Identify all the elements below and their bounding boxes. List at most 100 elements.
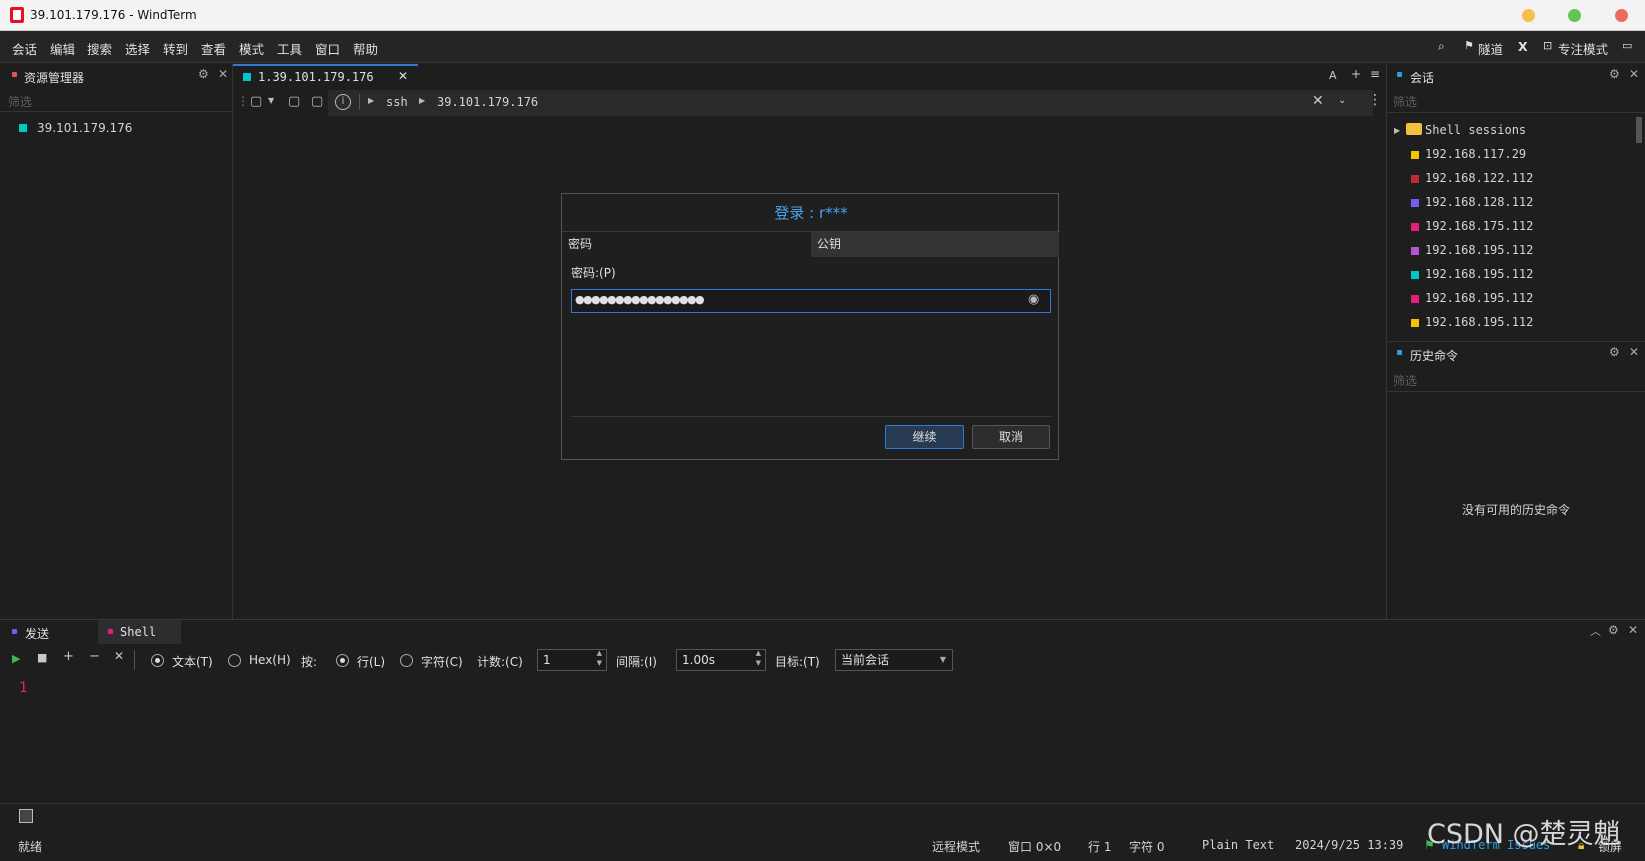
hex-radio[interactable] xyxy=(228,654,241,667)
session-item[interactable]: 192.168.195.112 xyxy=(1425,243,1533,257)
dialog-title: 登录 : r*** xyxy=(562,194,1060,232)
count-stepper[interactable]: 1 ▲ ▼ xyxy=(537,649,607,671)
new-tab-icon[interactable]: + xyxy=(1351,67,1361,81)
tab-shell-label: Shell xyxy=(120,625,157,639)
session-item[interactable]: 192.168.195.112 xyxy=(1425,315,1533,329)
session-item[interactable]: 192.168.175.112 xyxy=(1425,219,1533,233)
explorer-filter-input[interactable]: 筛选 xyxy=(8,93,32,110)
chevron-down-icon[interactable]: ▼ xyxy=(268,96,274,105)
x-button[interactable]: X xyxy=(1518,39,1528,54)
drag-handle-icon[interactable]: ⋮ xyxy=(237,94,249,108)
menu-select[interactable]: 选择 xyxy=(125,39,150,58)
stop-icon[interactable]: ■ xyxy=(37,651,47,664)
more-icon[interactable]: ⋮ xyxy=(1368,92,1382,108)
tab-password[interactable]: 密码 xyxy=(562,232,811,257)
search-icon[interactable]: ⌕ xyxy=(1438,39,1445,54)
settings-icon[interactable]: ⚙ xyxy=(1609,67,1620,81)
tab-send[interactable]: 发送 xyxy=(0,620,98,644)
menu-window[interactable]: 窗口 xyxy=(315,39,340,58)
history-title: 历史命令 xyxy=(1410,349,1459,363)
menu-session[interactable]: 会话 xyxy=(12,39,37,58)
login-dialog: 登录 : r*** 密码 公钥 密码:(P) ●●●●●●●●●●●●●●●● … xyxy=(561,193,1060,460)
clear-icon[interactable]: ✕ xyxy=(1312,93,1324,109)
panel-toggle-icon[interactable] xyxy=(19,809,33,823)
menu-search[interactable]: 搜索 xyxy=(87,39,112,58)
chevron-down-icon: ▼ xyxy=(939,655,946,664)
host-label[interactable]: 39.101.179.176 xyxy=(437,95,538,109)
password-value: ●●●●●●●●●●●●●●●● xyxy=(575,293,705,306)
password-input[interactable]: ●●●●●●●●●●●●●●●● ◉ xyxy=(571,289,1051,313)
font-button[interactable]: A xyxy=(1329,69,1337,82)
continue-button[interactable]: 继续 xyxy=(885,425,964,449)
menu-view[interactable]: 查看 xyxy=(201,39,226,58)
char-radio[interactable] xyxy=(400,654,413,667)
new-session-icon[interactable]: ▢ xyxy=(250,94,262,109)
focus-mode-button[interactable]: 专注模式 xyxy=(1558,39,1608,58)
layout-icon[interactable]: ▭ xyxy=(1622,39,1632,52)
session-color-icon xyxy=(243,73,251,81)
text-radio[interactable] xyxy=(151,654,164,667)
tunnel-icon[interactable]: ⚑ xyxy=(1464,39,1474,52)
tab-close-icon[interactable]: ✕ xyxy=(398,69,408,83)
explorer-item[interactable]: 39.101.179.176 xyxy=(37,121,132,135)
settings-icon[interactable]: ⚙ xyxy=(1608,623,1619,637)
window-title: 39.101.179.176 - WindTerm xyxy=(30,8,197,22)
menu-tools[interactable]: 工具 xyxy=(277,39,302,58)
protocol-label[interactable]: ssh xyxy=(386,95,408,109)
menu-help[interactable]: 帮助 xyxy=(353,39,378,58)
close-icon[interactable]: ✕ xyxy=(1628,623,1638,637)
watermark: CSDN @楚灵魈 xyxy=(1427,819,1621,850)
session-item[interactable]: 192.168.122.112 xyxy=(1425,171,1533,185)
tab-shell[interactable]: Shell xyxy=(98,620,181,644)
play-icon[interactable]: ▶ xyxy=(12,652,20,665)
panel-marker-icon xyxy=(108,629,113,634)
settings-icon[interactable]: ⚙ xyxy=(198,67,209,81)
menu-mode[interactable]: 模式 xyxy=(239,39,264,58)
line-radio[interactable] xyxy=(336,654,349,667)
close-button[interactable] xyxy=(1615,9,1628,22)
status-remote-mode[interactable]: 远程模式 xyxy=(932,838,980,855)
tunnel-button[interactable]: 隧道 xyxy=(1478,39,1503,58)
cancel-button[interactable]: 取消 xyxy=(972,425,1050,449)
close-icon[interactable]: ✕ xyxy=(1629,345,1639,359)
settings-icon[interactable]: ⚙ xyxy=(1609,345,1620,359)
menu-edit[interactable]: 编辑 xyxy=(50,39,75,58)
tab-session[interactable]: 1.39.101.179.176 ✕ xyxy=(233,64,418,90)
close-session-icon[interactable]: ▢ xyxy=(288,94,300,109)
scrollbar[interactable] xyxy=(1636,117,1642,143)
target-label: 目标:(T) xyxy=(775,655,820,669)
session-folder[interactable]: Shell sessions xyxy=(1425,123,1526,137)
session-item[interactable]: 192.168.117.29 xyxy=(1425,147,1526,161)
minimize-button[interactable] xyxy=(1522,9,1535,22)
add-icon[interactable]: + xyxy=(63,649,74,664)
password-label: 密码:(P) xyxy=(571,266,616,280)
sessions-filter-input[interactable]: 筛选 xyxy=(1393,93,1417,110)
close-icon[interactable]: ✕ xyxy=(1629,67,1639,81)
close-icon[interactable]: ✕ xyxy=(218,67,228,81)
interval-stepper[interactable]: 1.00s ▲ ▼ xyxy=(676,649,766,671)
history-filter-input[interactable]: 筛选 xyxy=(1393,372,1417,389)
clear-icon[interactable]: ✕ xyxy=(114,649,124,663)
target-select[interactable]: 当前会话 ▼ xyxy=(835,649,953,671)
chevron-down-icon[interactable]: ⌄ xyxy=(1338,95,1346,106)
session-color-icon xyxy=(1411,223,1419,231)
stepper-arrows-icon[interactable]: ▲ ▼ xyxy=(756,648,761,668)
tab-menu-icon[interactable]: ≡ xyxy=(1370,67,1380,81)
eye-icon[interactable]: ◉ xyxy=(1028,292,1039,307)
tab-public-key[interactable]: 公钥 xyxy=(811,232,1059,257)
info-icon[interactable]: i xyxy=(335,94,351,110)
remove-icon[interactable]: − xyxy=(89,649,100,664)
focus-icon[interactable]: ⊡ xyxy=(1543,39,1552,52)
maximize-button[interactable] xyxy=(1568,9,1581,22)
stepper-arrows-icon[interactable]: ▲ ▼ xyxy=(597,648,602,668)
status-syntax[interactable]: Plain Text xyxy=(1202,838,1274,852)
address-bar[interactable]: i ▶ ssh ▶ 39.101.179.176 ✕ ⌄ xyxy=(328,90,1373,116)
session-item[interactable]: 192.168.195.112 xyxy=(1425,291,1533,305)
session-item[interactable]: 192.168.128.112 xyxy=(1425,195,1533,209)
send-panel: 发送 Shell ︿ ⚙ ✕ ▶ ■ + − ✕ 文本(T) Hex(H) 按:… xyxy=(0,620,1645,803)
duplicate-session-icon[interactable]: ▢ xyxy=(311,94,323,109)
chevron-right-icon[interactable]: ▶ xyxy=(1394,126,1400,135)
chevron-up-icon[interactable]: ︿ xyxy=(1590,623,1601,639)
menu-goto[interactable]: 转到 xyxy=(163,39,188,58)
session-item[interactable]: 192.168.195.112 xyxy=(1425,267,1533,281)
